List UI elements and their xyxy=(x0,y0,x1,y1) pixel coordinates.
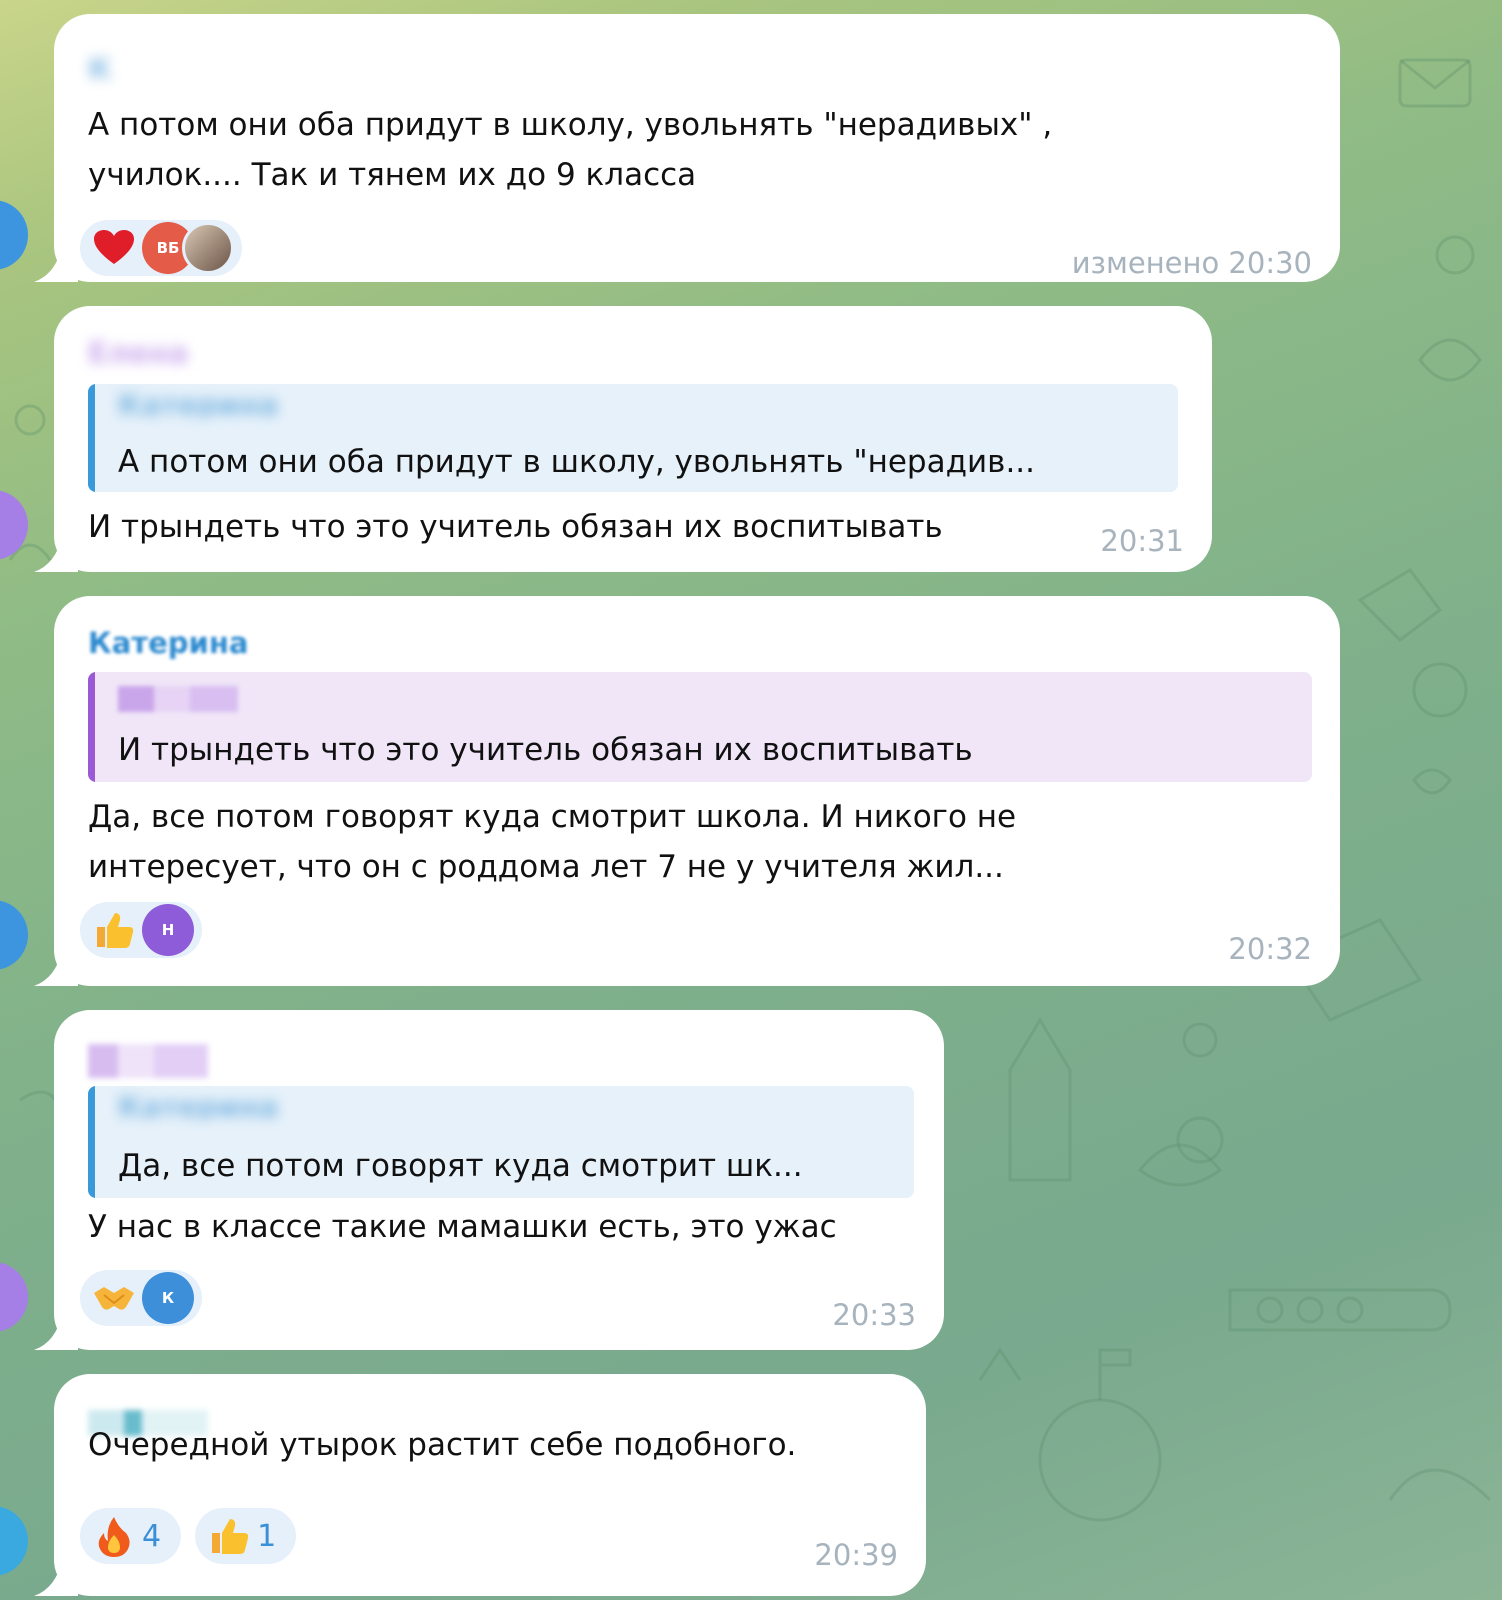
reaction-chip[interactable]: Н xyxy=(80,902,202,958)
message-text: Да, все потом говорят куда смотрит школа… xyxy=(88,799,1017,885)
message-bubble: Катерина И трындеть что это учитель обяз… xyxy=(34,596,1340,986)
fire-icon xyxy=(92,1514,136,1558)
quote-text: Да, все потом говорят куда смотрит шк... xyxy=(118,1148,803,1184)
sender-avatar[interactable] xyxy=(0,1262,28,1332)
bubble-tail xyxy=(34,1560,78,1596)
reactor-avatar: К xyxy=(142,1272,194,1324)
reaction-chip[interactable]: К xyxy=(80,1270,202,1326)
message-time: 20:32 xyxy=(1228,932,1312,966)
bubble-tail xyxy=(34,1314,78,1350)
message-text: А потом они оба придут в школу, увольнят… xyxy=(88,107,1053,193)
handshake-icon xyxy=(92,1276,136,1320)
thumbs-up-icon xyxy=(207,1514,251,1558)
message-bubble: К А потом они оба придут в школу, увольн… xyxy=(34,14,1340,282)
quote-author-redacted xyxy=(118,686,238,712)
message-text: Очередной утырок растит себе подобного. xyxy=(88,1427,797,1463)
reactions-bar: 4 1 xyxy=(80,1508,297,1564)
thumbs-up-icon xyxy=(92,908,136,952)
sender-name[interactable]: Елена xyxy=(88,336,188,370)
reply-quote[interactable]: И трындеть что это учитель обязан их вос… xyxy=(88,672,1312,782)
message-text: У нас в классе такие мамашки есть, это у… xyxy=(88,1209,837,1245)
message-time: изменено 20:30 xyxy=(1071,246,1312,280)
sender-avatar[interactable] xyxy=(0,900,28,970)
reply-quote[interactable]: Катерина Да, все потом говорят куда смот… xyxy=(88,1086,914,1198)
message-bubble: Катерина Да, все потом говорят куда смот… xyxy=(34,1010,944,1350)
quote-author: Катерина xyxy=(118,388,279,418)
reaction-count: 4 xyxy=(142,1518,162,1554)
quote-bar xyxy=(88,672,95,782)
reply-quote[interactable]: Катерина А потом они оба придут в школу,… xyxy=(88,384,1178,492)
quote-text: И трындеть что это учитель обязан их вос… xyxy=(118,732,973,768)
message-time: 20:31 xyxy=(1100,524,1184,558)
reactor-avatar-photo xyxy=(182,222,234,274)
bubble-tail xyxy=(34,246,78,282)
reaction-chip[interactable]: ВБ xyxy=(80,220,242,276)
reaction-count: 1 xyxy=(257,1518,277,1554)
quote-bar xyxy=(88,384,95,492)
reaction-chip[interactable]: 1 xyxy=(195,1508,297,1564)
quote-author: Катерина xyxy=(118,1090,279,1120)
reactions-bar: Н xyxy=(80,902,202,958)
message-bubble: Елена Катерина А потом они оба придут в … xyxy=(34,306,1212,572)
message-bubble: Очередной утырок растит себе подобного. … xyxy=(34,1374,926,1596)
reaction-chip[interactable]: 4 xyxy=(80,1508,182,1564)
reactor-avatar: Н xyxy=(142,904,194,956)
quote-text: А потом они оба придут в школу, увольнят… xyxy=(118,444,1036,480)
sender-avatar[interactable] xyxy=(0,200,28,270)
sender-name-redacted xyxy=(88,1044,208,1078)
message-time: 20:33 xyxy=(832,1298,916,1332)
quote-bar xyxy=(88,1086,95,1198)
message-text: И трындеть что это учитель обязан их вос… xyxy=(88,509,943,545)
bubble-tail xyxy=(34,950,78,986)
reactions-bar: К xyxy=(80,1270,202,1326)
sender-name[interactable]: Катерина xyxy=(88,626,248,660)
sender-avatar[interactable] xyxy=(0,1506,28,1576)
bubble-tail xyxy=(34,536,78,572)
sender-avatar[interactable] xyxy=(0,490,28,560)
message-time: 20:39 xyxy=(814,1538,898,1572)
reactions-bar: ВБ xyxy=(80,220,242,276)
heart-icon xyxy=(92,226,136,270)
sender-name[interactable]: К xyxy=(88,52,112,86)
